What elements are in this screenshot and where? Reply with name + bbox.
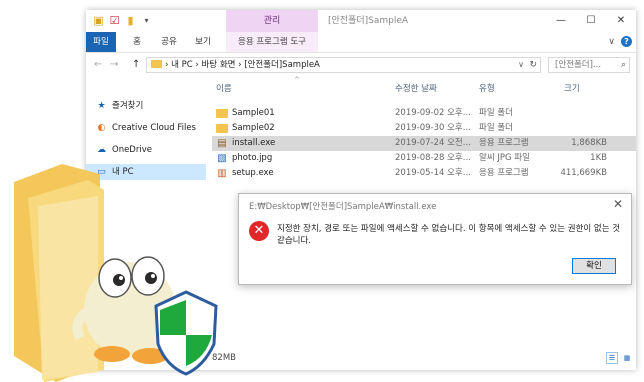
onedrive-icon: ☁ [97, 145, 106, 155]
search-placeholder: [안전폴더]... [555, 60, 602, 70]
file-name: Sample02 [232, 123, 275, 133]
column-headers: ^ 이름 수정한 날짜 유형 크기 [212, 76, 636, 96]
list-item[interactable]: Sample01 2019-09-02 오후... 파일 폴더 [212, 106, 636, 121]
file-size: 1KB [590, 153, 607, 163]
ok-button[interactable]: 확인 [572, 258, 616, 274]
tab-share[interactable]: 공유 [156, 32, 182, 52]
dialog-title: E:₩Desktop₩[안전폴더]SampleA₩install.exe [249, 202, 437, 212]
file-date: 2019-08-28 오후... [395, 153, 471, 163]
folder-icon [151, 60, 162, 68]
help-icon[interactable]: ? [621, 36, 632, 47]
column-size[interactable]: 크기 [564, 82, 580, 94]
shield-icon [154, 290, 218, 376]
back-button[interactable]: ← [94, 59, 102, 70]
list-item[interactable]: ▧ photo.jpg 2019-08-28 오후... 알씨 JPG 파일 1… [212, 151, 636, 166]
column-name[interactable]: 이름 [216, 82, 232, 94]
installer-icon: ▤ [217, 138, 227, 149]
file-name: photo.jpg [232, 153, 273, 163]
new-folder-icon[interactable]: ▮ [124, 14, 137, 27]
column-type[interactable]: 유형 [479, 82, 495, 94]
checkbox-icon[interactable]: ☑ [108, 14, 121, 27]
file-date: 2019-07-24 오전... [395, 138, 471, 148]
list-item-selected[interactable]: ▤ install.exe 2019-07-24 오전... 응용 프로그램 1… [212, 136, 636, 151]
file-name: Sample01 [232, 108, 275, 118]
sort-ascending-icon: ^ [294, 76, 300, 84]
file-name: setup.exe [232, 168, 274, 178]
nav-item-label: OneDrive [112, 145, 152, 155]
refresh-icon[interactable]: ↻ [529, 58, 537, 72]
close-button[interactable]: ✕ [606, 10, 636, 32]
expand-ribbon-icon[interactable]: ∨ [608, 37, 615, 47]
forward-button[interactable]: → [110, 59, 118, 70]
folder-icon [216, 109, 228, 118]
nav-item-label: 즐겨찾기 [112, 101, 144, 111]
error-icon: ✕ [249, 221, 269, 241]
ribbon-controls: ∨? [608, 36, 632, 47]
search-icon: ⌕ [620, 60, 626, 70]
tab-file[interactable]: 파일 [86, 32, 116, 52]
file-type: 파일 폴더 [479, 123, 513, 133]
tab-view[interactable]: 보기 [190, 32, 216, 52]
error-message: 지정한 장치, 경로 또는 파일에 액세스할 수 없습니다. 이 항목에 액세스… [277, 224, 621, 246]
file-date: 2019-05-14 오후... [395, 168, 471, 178]
properties-icon[interactable]: ▣ [92, 14, 105, 27]
list-item[interactable]: ▥ setup.exe 2019-05-14 오후... 응용 프로그램 411… [212, 166, 636, 181]
window-title: [안전폴더]SampleA [328, 16, 409, 26]
folder-mascot-illustration [14, 164, 218, 382]
file-date: 2019-09-30 오후... [395, 123, 471, 133]
nav-item-label: Creative Cloud Files [112, 123, 196, 133]
customize-toolbar-icon[interactable]: ▾ [140, 14, 153, 27]
dialog-close-button[interactable]: ✕ [613, 197, 623, 211]
title-bar: ▣ ☑ ▮ ▾ 관리 [안전폴더]SampleA — ☐ ✕ [86, 10, 636, 32]
address-bar[interactable]: › 내 PC › 바탕 화면 › [안전폴더]SampleA ∨ ↻ [146, 57, 541, 73]
list-item[interactable]: Sample02 2019-09-30 오후... 파일 폴더 [212, 121, 636, 136]
large-icons-view-icon[interactable]: ▦ [621, 352, 633, 364]
file-name: install.exe [232, 138, 276, 148]
file-date: 2019-09-02 오후... [395, 108, 471, 118]
maximize-button[interactable]: ☐ [576, 10, 606, 32]
address-row: ← → ↑ › 내 PC › 바탕 화면 › [안전폴더]SampleA ∨ ↻… [86, 54, 636, 76]
yellow-folder-icon [14, 164, 104, 382]
column-date[interactable]: 수정한 날짜 [395, 82, 437, 94]
nav-item-creative-cloud[interactable]: ◐ Creative Cloud Files [96, 120, 206, 136]
file-size: 1,868KB [571, 138, 607, 148]
address-path: › 내 PC › 바탕 화면 › [안전폴더]SampleA [165, 60, 320, 70]
creative-cloud-icon: ◐ [97, 123, 106, 133]
error-dialog: E:₩Desktop₩[안전폴더]SampleA₩install.exe ✕ ✕… [238, 193, 632, 285]
screen: ▣ ☑ ▮ ▾ 관리 [안전폴더]SampleA — ☐ ✕ 파일 홈 공유 보… [0, 0, 644, 382]
nav-item-quick-access[interactable]: ★ 즐겨찾기 [96, 98, 206, 114]
file-size: 411,669KB [560, 168, 607, 178]
manage-context-header: 관리 [226, 10, 318, 32]
tab-home[interactable]: 홈 [124, 32, 150, 52]
folder-icon [216, 124, 228, 133]
address-dropdown-icon[interactable]: ∨ [518, 58, 524, 72]
file-type: 파일 폴더 [479, 108, 513, 118]
ribbon-tabs: 파일 홈 공유 보기 응용 프로그램 도구 ∨? [86, 32, 636, 53]
tab-application-tools[interactable]: 응용 프로그램 도구 [226, 32, 318, 52]
minimize-button[interactable]: — [546, 10, 576, 32]
star-icon: ★ [97, 101, 106, 111]
details-view-icon[interactable]: ☰ [606, 352, 618, 364]
nav-item-onedrive[interactable]: ☁ OneDrive [96, 142, 206, 158]
search-input[interactable]: [안전폴더]... ⌕ [548, 57, 630, 73]
up-button[interactable]: ↑ [132, 59, 140, 70]
